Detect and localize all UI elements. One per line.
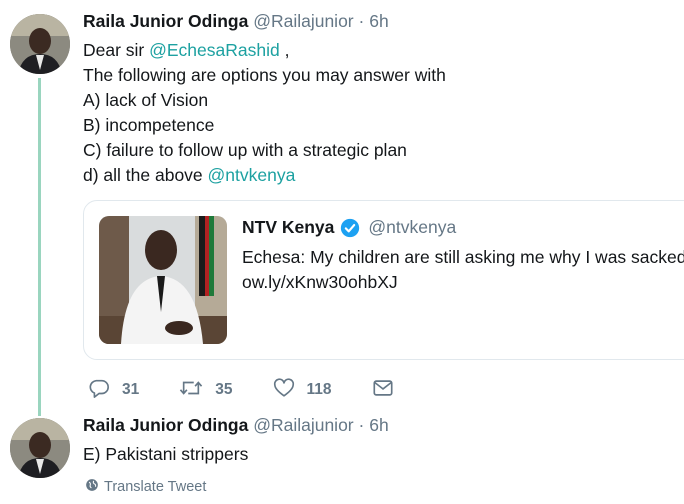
- translate-tweet-link[interactable]: Translate Tweet: [85, 478, 206, 496]
- tweet-text-line: C) failure to follow up with a strategic…: [83, 140, 407, 160]
- verified-badge-icon: [340, 218, 360, 238]
- tweet-text-line: Dear sir @EchesaRashid ,: [83, 38, 446, 63]
- tweet-text: E) Pakistani strippers: [83, 444, 249, 464]
- reply-icon: [88, 377, 122, 404]
- tweet-actions: 31 35 118: [88, 377, 446, 404]
- quoted-tweet-card[interactable]: NTV Kenya @ntvkenya Echesa: My children …: [83, 200, 684, 360]
- tweet-header: Raila Junior Odinga @Railajunior · 6h: [83, 11, 389, 32]
- reply-count: 31: [122, 381, 140, 398]
- text-segment: ,: [279, 40, 290, 60]
- globe-icon: [85, 478, 104, 496]
- quoted-tweet-header: NTV Kenya @ntvkenya: [242, 217, 456, 238]
- quoted-author-name[interactable]: NTV Kenya: [242, 217, 334, 238]
- separator-dot: ·: [358, 415, 365, 435]
- tweet-text: Dear sir @EchesaRashid , The following a…: [83, 38, 446, 188]
- thread-connector-line: [38, 78, 41, 416]
- author-handle[interactable]: @Railajunior: [253, 415, 353, 435]
- direct-message-button[interactable]: [372, 377, 406, 404]
- tweet-header: Raila Junior Odinga @Railajunior · 6h: [83, 415, 389, 436]
- retweet-button[interactable]: 35: [179, 377, 233, 404]
- mention-link[interactable]: @EchesaRashid: [149, 40, 280, 60]
- message-icon: [372, 377, 406, 404]
- quoted-tweet-image[interactable]: [99, 216, 227, 344]
- separator-dot: ·: [358, 11, 365, 31]
- quoted-author-handle[interactable]: @ntvkenya: [368, 217, 456, 238]
- tweet-text-line: The following are options you may answer…: [83, 65, 446, 85]
- author-name[interactable]: Raila Junior Odinga: [83, 11, 248, 31]
- tweet-time[interactable]: 6h: [369, 415, 388, 435]
- retweet-icon: [179, 377, 215, 404]
- like-button[interactable]: 118: [273, 377, 332, 404]
- tweet-text-line: B) incompetence: [83, 115, 215, 135]
- mention-link[interactable]: @ntvkenya: [208, 165, 296, 185]
- text-segment: Dear sir: [83, 40, 150, 60]
- tweet-text-line: A) lack of Vision: [83, 90, 209, 110]
- text-segment: d) all the above: [83, 165, 208, 185]
- author-name[interactable]: Raila Junior Odinga: [83, 415, 248, 435]
- reply-button[interactable]: 31: [88, 377, 139, 404]
- author-handle[interactable]: @Railajunior: [253, 11, 353, 31]
- avatar[interactable]: [10, 418, 70, 478]
- avatar[interactable]: [10, 14, 70, 74]
- like-count: 118: [306, 381, 332, 398]
- quoted-tweet-text: Echesa: My children are still asking me …: [242, 245, 684, 295]
- translate-label: Translate Tweet: [104, 479, 207, 495]
- quoted-link[interactable]: ow.ly/xKnw30ohbXJ: [242, 270, 684, 295]
- quoted-text-line: Echesa: My children are still asking me …: [242, 247, 684, 267]
- retweet-count: 35: [215, 381, 233, 398]
- tweet-time[interactable]: 6h: [369, 11, 388, 31]
- like-icon: [273, 377, 307, 404]
- tweet-text-line: d) all the above @ntvkenya: [83, 163, 446, 188]
